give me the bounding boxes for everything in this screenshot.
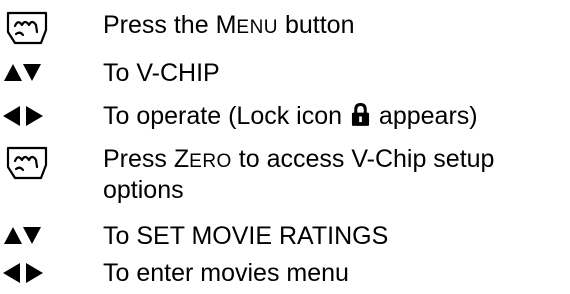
step-1-text: Press the MENU button (103, 11, 355, 39)
step-5-text: To SET MOVIE RATINGS (103, 222, 389, 250)
up-down-arrows-icon (4, 64, 41, 81)
lock-icon (351, 103, 370, 126)
step-6-text: To enter movies menu (103, 259, 349, 287)
hand-press-icon (6, 11, 48, 45)
hand-press-icon (6, 146, 48, 180)
left-right-arrows-icon (3, 263, 43, 283)
step-2-text: To V-CHIP (103, 59, 220, 87)
left-right-arrows-icon (3, 106, 43, 126)
step-3-text: To operate (Lock icon appears) (103, 102, 478, 130)
up-down-arrows-icon (4, 227, 41, 244)
step-4-text: Press ZERO to access V-Chip setup option… (103, 145, 495, 204)
